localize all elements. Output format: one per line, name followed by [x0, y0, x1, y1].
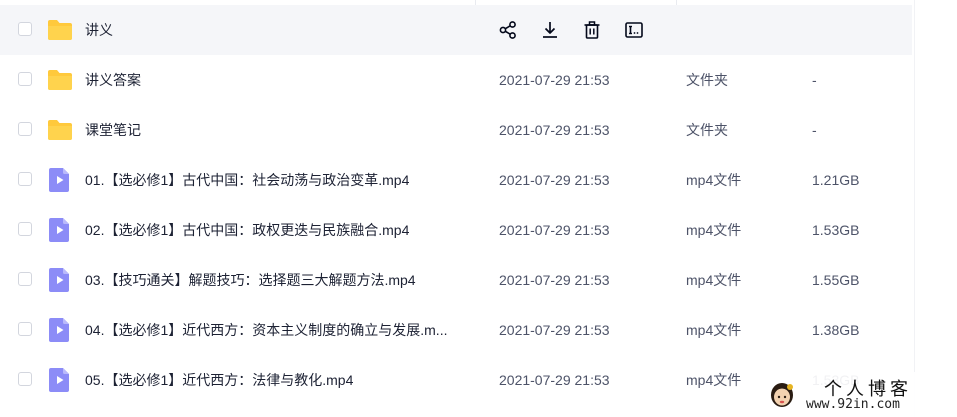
watermark: 个人博客 www.92in.com: [762, 372, 957, 417]
file-type: mp4文件: [686, 372, 742, 388]
file-name[interactable]: 04.【选必修1】近代西方：资本主义制度的确立与发展.m...: [85, 305, 447, 355]
share-icon: [499, 21, 516, 39]
row-checkbox[interactable]: [18, 122, 32, 136]
file-size: 1.55GB: [812, 272, 860, 288]
trash-icon: [584, 21, 600, 39]
file-size: 1.53GB: [812, 222, 860, 238]
watermark-url: www.92in.com: [806, 397, 900, 412]
row-checkbox[interactable]: [18, 272, 32, 286]
file-name[interactable]: 课堂笔记: [85, 105, 141, 155]
modified-date: 2021-07-29 21:53: [499, 72, 610, 88]
video-file-icon: [49, 318, 69, 342]
row-checkbox[interactable]: [18, 322, 32, 336]
avatar-logo-icon: [771, 383, 793, 407]
download-button[interactable]: [539, 19, 561, 41]
file-type: 文件夹: [686, 72, 728, 88]
row-checkbox[interactable]: [18, 222, 32, 236]
scrollbar-track[interactable]: [914, 0, 915, 417]
video-file-icon: [49, 168, 69, 192]
download-icon: [543, 22, 557, 38]
folder-icon: [48, 70, 72, 90]
row-checkbox[interactable]: [18, 172, 32, 186]
video-file-icon: [49, 218, 69, 242]
file-row[interactable]: 讲义: [0, 5, 912, 55]
modified-date: 2021-07-29 21:53: [499, 322, 610, 338]
folder-icon: [48, 20, 72, 40]
file-row[interactable]: 01.【选必修1】古代中国：社会动荡与政治变革.mp4 2021-07-29 2…: [0, 155, 912, 205]
row-checkbox[interactable]: [18, 22, 32, 36]
modified-date: 2021-07-29 21:53: [499, 222, 610, 238]
file-row[interactable]: 02.【选必修1】古代中国：政权更迭与民族融合.mp4 2021-07-29 2…: [0, 205, 912, 255]
file-name[interactable]: 03.【技巧通关】解题技巧：选择题三大解题方法.mp4: [85, 255, 416, 305]
rename-button[interactable]: [623, 19, 645, 41]
file-list-panel: 讲义 讲义答案 2021-07-29 21:53 文件夹 - 课堂笔记 2021…: [0, 0, 957, 417]
file-name[interactable]: 01.【选必修1】古代中国：社会动荡与政治变革.mp4: [85, 155, 409, 205]
file-type: mp4文件: [686, 322, 742, 338]
file-row[interactable]: 03.【技巧通关】解题技巧：选择题三大解题方法.mp4 2021-07-29 2…: [0, 255, 912, 305]
modified-date: 2021-07-29 21:53: [499, 272, 610, 288]
file-name[interactable]: 02.【选必修1】古代中国：政权更迭与民族融合.mp4: [85, 205, 409, 255]
file-row[interactable]: 课堂笔记 2021-07-29 21:53 文件夹 -: [0, 105, 912, 155]
file-type: mp4文件: [686, 272, 742, 288]
file-name[interactable]: 05.【选必修1】近代西方：法律与教化.mp4: [85, 355, 353, 405]
modified-date: 2021-07-29 21:53: [499, 122, 610, 138]
row-checkbox[interactable]: [18, 72, 32, 86]
modified-date: 2021-07-29 21:53: [499, 172, 610, 188]
file-row[interactable]: 04.【选必修1】近代西方：资本主义制度的确立与发展.m... 2021-07-…: [0, 305, 912, 355]
file-size: -: [812, 72, 817, 88]
share-button[interactable]: [497, 19, 519, 41]
file-name[interactable]: 讲义答案: [85, 55, 141, 105]
delete-button[interactable]: [581, 19, 603, 41]
rename-icon: [625, 22, 643, 38]
file-row[interactable]: 讲义答案 2021-07-29 21:53 文件夹 -: [0, 55, 912, 105]
folder-icon: [48, 120, 72, 140]
file-size: -: [812, 122, 817, 138]
file-type: 文件夹: [686, 122, 728, 138]
row-checkbox[interactable]: [18, 372, 32, 386]
video-file-icon: [49, 268, 69, 292]
file-size: 1.38GB: [812, 322, 860, 338]
modified-date: 2021-07-29 21:53: [499, 372, 610, 388]
file-type: mp4文件: [686, 222, 742, 238]
file-name[interactable]: 讲义: [85, 5, 113, 55]
file-type: mp4文件: [686, 172, 742, 188]
row-action-toolbar: [497, 19, 665, 41]
video-file-icon: [49, 368, 69, 392]
file-size: 1.21GB: [812, 172, 860, 188]
